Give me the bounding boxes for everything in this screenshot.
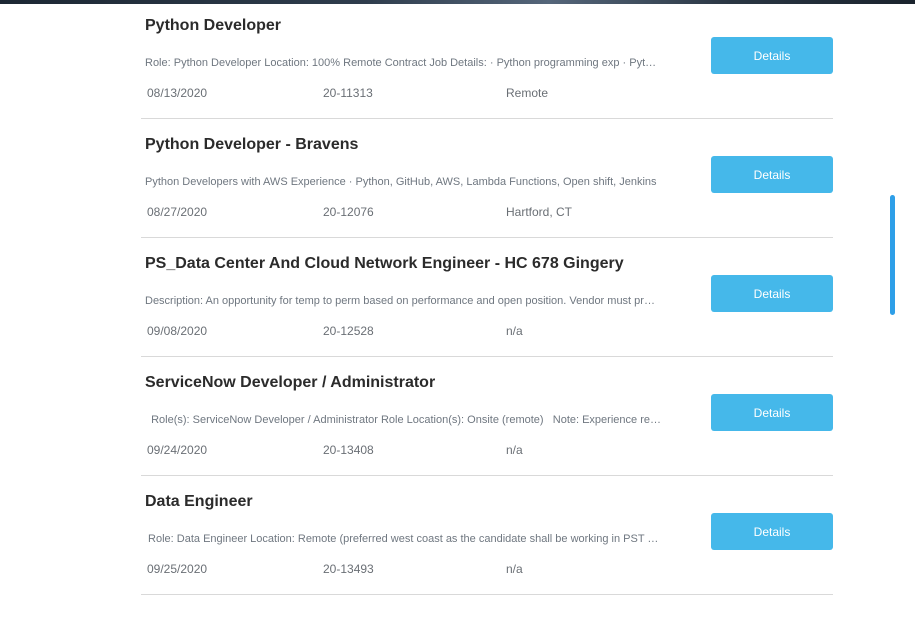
job-id: 20-13493 xyxy=(323,562,374,576)
details-button[interactable]: Details xyxy=(711,37,833,74)
job-description: Python Developers with AWS Experience · … xyxy=(145,176,657,188)
details-button[interactable]: Details xyxy=(711,275,833,312)
job-list: Python Developer Role: Python Developer … xyxy=(141,0,833,595)
job-location: n/a xyxy=(506,324,523,338)
job-description: Role(s): ServiceNow Developer / Administ… xyxy=(145,414,661,426)
job-location: n/a xyxy=(506,562,523,576)
job-id: 20-12528 xyxy=(323,324,374,338)
job-description: Role: Data Engineer Location: Remote (pr… xyxy=(145,533,661,545)
job-date: 09/08/2020 xyxy=(147,324,208,338)
details-button[interactable]: Details xyxy=(711,156,833,193)
job-date: 08/27/2020 xyxy=(147,205,208,219)
job-description: Description: An opportunity for temp to … xyxy=(145,295,661,307)
job-date: 08/13/2020 xyxy=(147,86,208,100)
job-listing: ServiceNow Developer / Administrator Rol… xyxy=(141,357,833,476)
scrollbar-thumb[interactable] xyxy=(890,195,895,315)
job-listing: Python Developer Role: Python Developer … xyxy=(141,0,833,119)
job-id: 20-13408 xyxy=(323,443,374,457)
details-button[interactable]: Details xyxy=(711,394,833,431)
job-date: 09/24/2020 xyxy=(147,443,208,457)
job-description: Role: Python Developer Location: 100% Re… xyxy=(145,57,661,69)
job-location: Remote xyxy=(506,86,549,100)
job-title[interactable]: Python Developer xyxy=(145,17,281,35)
details-button[interactable]: Details xyxy=(711,513,833,550)
job-title[interactable]: Python Developer - Bravens xyxy=(145,136,358,154)
job-title[interactable]: Data Engineer xyxy=(145,493,253,511)
job-id: 20-11313 xyxy=(323,86,373,100)
job-date: 09/25/2020 xyxy=(147,562,208,576)
job-title[interactable]: PS_Data Center And Cloud Network Enginee… xyxy=(145,255,624,273)
job-listing: PS_Data Center And Cloud Network Enginee… xyxy=(141,238,833,357)
job-id: 20-12076 xyxy=(323,205,374,219)
job-location: n/a xyxy=(506,443,523,457)
job-listing: Python Developer - Bravens Python Develo… xyxy=(141,119,833,238)
job-location: Hartford, CT xyxy=(506,205,573,219)
job-listing: Data Engineer Role: Data Engineer Locati… xyxy=(141,476,833,595)
job-title[interactable]: ServiceNow Developer / Administrator xyxy=(145,374,435,392)
